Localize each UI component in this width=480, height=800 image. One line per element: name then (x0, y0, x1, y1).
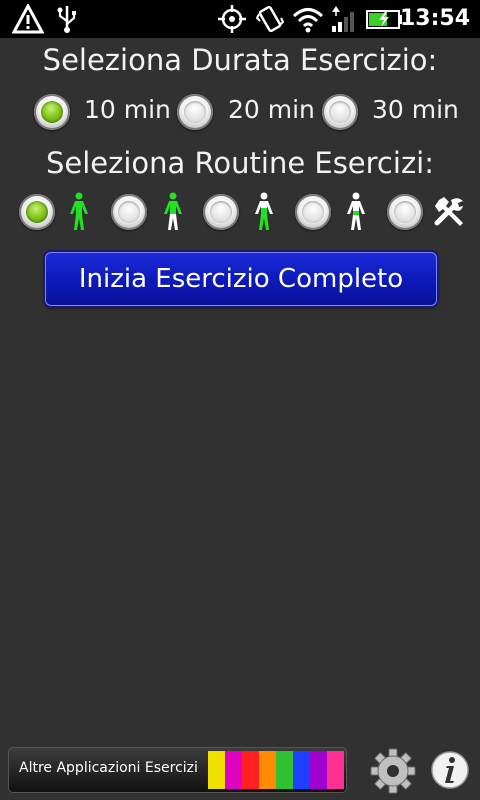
duration-label-20: 20 min (228, 95, 315, 124)
alert-triangle-icon (12, 4, 44, 34)
banner-label: Altre Applicazioni Esercizi (19, 760, 198, 776)
routine-radio-mid-body[interactable] (203, 194, 239, 230)
gear-icon[interactable] (370, 748, 416, 794)
gps-icon (218, 5, 246, 33)
duration-radio-30[interactable] (322, 94, 358, 130)
signal-icon (332, 6, 354, 32)
duration-label-10: 10 min (84, 95, 171, 124)
lower-body-figure-icon (347, 192, 365, 230)
duration-radio-20[interactable] (177, 94, 213, 130)
vibrate-icon (256, 5, 284, 33)
routine-heading: Seleziona Routine Esercizi: (46, 146, 434, 180)
routine-radio-custom[interactable] (387, 194, 423, 230)
full-body-figure-icon (70, 192, 88, 230)
start-full-exercise-button[interactable]: Inizia Esercizio Completo (45, 252, 437, 306)
exercise-apps-strip-icon (208, 751, 344, 789)
usb-icon (57, 6, 76, 33)
other-apps-banner[interactable]: Altre Applicazioni Esercizi (8, 747, 347, 793)
routine-radio-full-body[interactable] (19, 194, 55, 230)
routine-radio-lower-body[interactable] (295, 194, 331, 230)
duration-radio-10[interactable] (34, 94, 70, 130)
status-time: 13:54 (399, 6, 470, 31)
info-icon[interactable] (430, 750, 470, 790)
mid-body-figure-icon (255, 192, 273, 230)
battery-charging-icon (366, 10, 402, 29)
upper-body-figure-icon (164, 192, 182, 230)
wifi-icon (292, 8, 324, 33)
duration-heading: Seleziona Durata Esercizio: (42, 43, 438, 77)
custom-tools-icon (434, 197, 463, 226)
routine-radio-upper-body[interactable] (111, 194, 147, 230)
status-bar: 13:54 (0, 0, 480, 38)
duration-label-30: 30 min (372, 95, 459, 124)
